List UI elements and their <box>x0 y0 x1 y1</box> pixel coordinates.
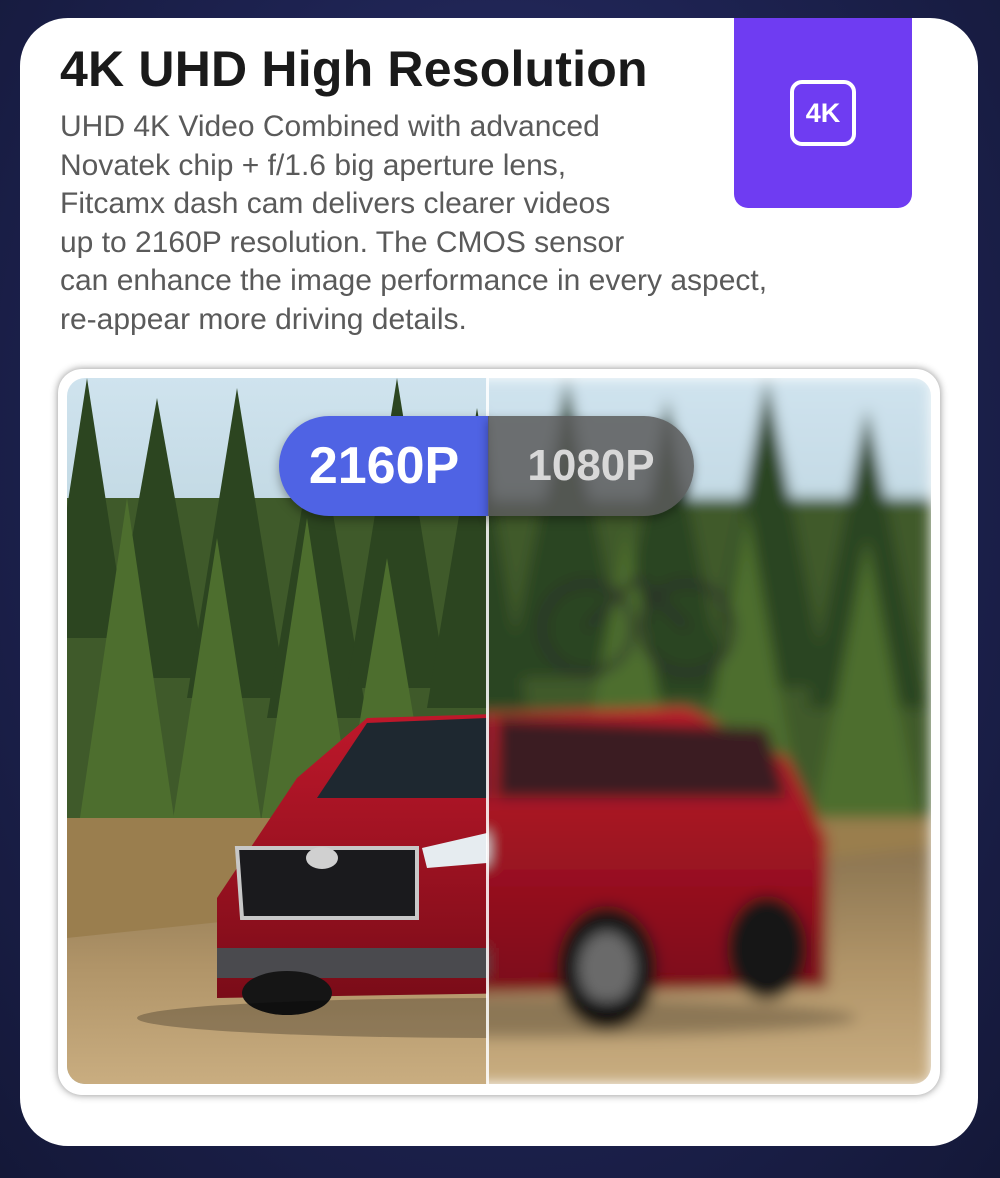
comparison-frame: 2160P 1080P <box>58 369 940 1095</box>
right-resolution-text: 1080P <box>527 441 655 490</box>
comparison-photo: 2160P 1080P <box>67 378 931 1084</box>
resolution-label-1080p: 1080P <box>488 416 694 516</box>
description-line: can enhance the image performance in eve… <box>60 264 768 297</box>
description-line: re-appear more driving details. <box>60 302 467 336</box>
left-resolution-text: 2160P <box>308 437 460 495</box>
feature-card: 4K UHD High Resolution UHD 4K Video Comb… <box>20 18 978 1146</box>
4k-icon: 4K <box>790 80 856 146</box>
page-title: 4K UHD High Resolution <box>60 41 648 97</box>
4k-badge: 4K <box>734 18 912 208</box>
resolution-label-2160p: 2160P <box>279 416 489 516</box>
badge-label: 4K <box>805 97 841 128</box>
description-line: up to 2160P resolution. The CMOS sensor <box>60 225 625 259</box>
